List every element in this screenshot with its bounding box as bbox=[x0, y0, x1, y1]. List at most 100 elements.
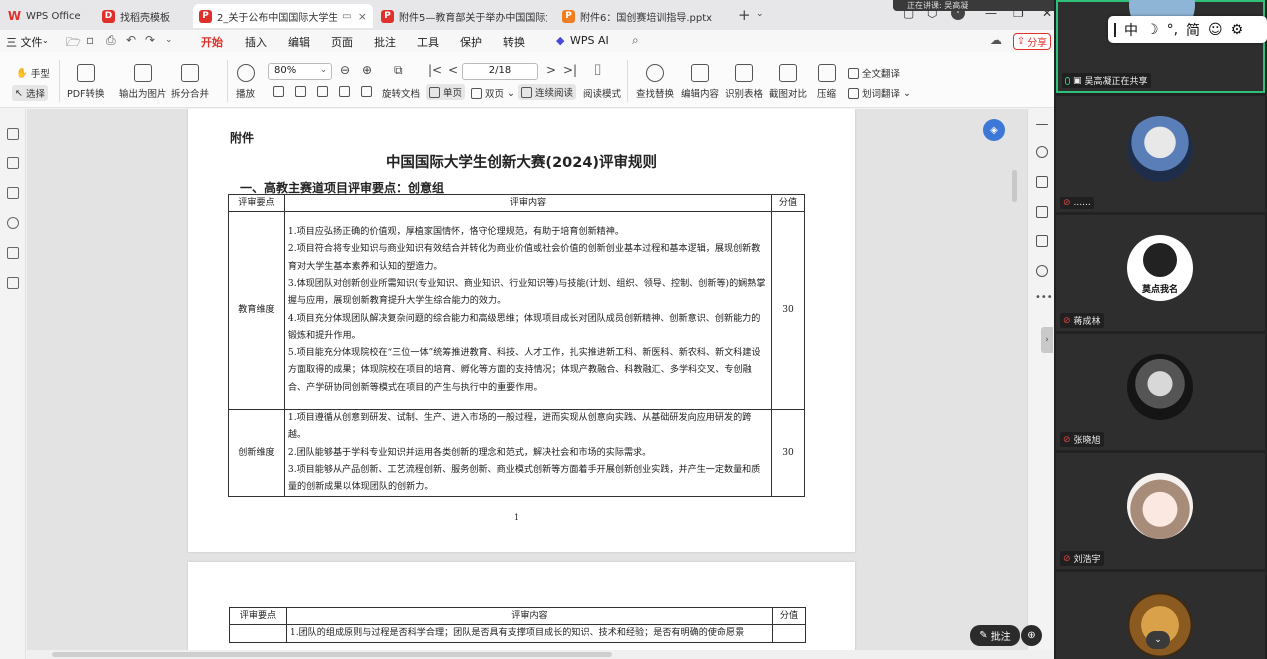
hand-tool-button[interactable]: ✋ 手型 bbox=[16, 66, 50, 81]
fit-height-icon[interactable] bbox=[295, 86, 306, 97]
tab-pdf-annex5[interactable]: P 附件5—教育部关于举办中国国际大学 bbox=[375, 4, 553, 28]
thumbnail-icon[interactable] bbox=[7, 157, 19, 169]
word-translate-button[interactable]: 划词翻译 ⌄ bbox=[848, 86, 911, 100]
print-icon[interactable]: ⎙ bbox=[106, 33, 116, 48]
tab-pptx-annex6[interactable]: P 附件6：国创赛培训指导.pptx bbox=[556, 4, 732, 28]
ime-handle[interactable] bbox=[1114, 22, 1116, 37]
fit-page-icon[interactable]: ⧉ bbox=[394, 63, 403, 78]
punctuation-toggle[interactable]: °, bbox=[1167, 22, 1178, 38]
chevron-down-icon[interactable]: ⌄ bbox=[756, 9, 764, 19]
new-tab-icon[interactable]: + bbox=[738, 6, 751, 24]
screenshot-compare-button[interactable]: 截图对比 bbox=[769, 64, 807, 100]
participant-tile[interactable]: ⊘ 刘浩宇 bbox=[1056, 453, 1265, 569]
continuous-read-button[interactable]: 连续阅读 bbox=[518, 84, 577, 100]
signature-icon[interactable] bbox=[7, 247, 19, 259]
page-number-input[interactable]: 2/18 bbox=[462, 63, 538, 80]
tab-pdf-announcement[interactable]: P 2_关于公布中国国际大学生创 ▭ × bbox=[193, 4, 373, 28]
menu-convert[interactable]: 转换 bbox=[503, 34, 525, 50]
tab-docer-templates[interactable]: D 找稻壳模板 bbox=[96, 4, 188, 28]
undo-icon[interactable]: ↶ bbox=[126, 33, 136, 47]
menu-protect[interactable]: 保护 bbox=[460, 34, 482, 50]
cloud-icon[interactable]: ☁ bbox=[990, 33, 1002, 47]
ime-toolbar: 中 ☽ °, 简 ☺ ⚙ bbox=[1108, 16, 1267, 43]
pdf-convert-button[interactable]: PDF转换 bbox=[67, 64, 105, 100]
rotate-document-button[interactable]: 旋转文档 bbox=[382, 86, 420, 100]
criterion-content: 1.团队的组成原则与过程是否科学合理；团队是否具有支撑项目成长的知识、技术和经验… bbox=[285, 623, 774, 644]
next-page-icon[interactable]: > bbox=[546, 63, 556, 77]
select-tool-button[interactable]: ↖ 选择 bbox=[12, 85, 48, 101]
double-page-button[interactable]: 双页 ⌄ bbox=[471, 86, 515, 100]
ai-assistant-icon[interactable]: ◈ bbox=[983, 119, 1005, 141]
document-viewport[interactable]: 附件 中国国际大学生创新大赛(2024)评审规则 一、高教主赛道项目评审要点：创… bbox=[27, 109, 1027, 650]
prev-page-icon[interactable]: < bbox=[448, 63, 458, 77]
horizontal-scrollbar[interactable] bbox=[27, 650, 1054, 659]
save-icon[interactable]: ▫ bbox=[86, 33, 94, 47]
zoom-icon[interactable]: ⊕ bbox=[1021, 625, 1042, 646]
export-image-button[interactable]: 输出为图片 bbox=[119, 64, 167, 100]
participant-name: ⊘ 张晓旭 bbox=[1060, 432, 1104, 447]
actual-size-icon[interactable] bbox=[317, 86, 328, 97]
menu-comment[interactable]: 批注 bbox=[374, 34, 396, 50]
gear-icon[interactable]: ⚙ bbox=[1231, 22, 1244, 38]
recognize-table-button[interactable]: 识别表格 bbox=[725, 64, 763, 100]
attachment-icon[interactable] bbox=[7, 217, 19, 229]
menu-insert[interactable]: 插入 bbox=[245, 34, 267, 50]
more-icon[interactable]: ••• bbox=[1035, 292, 1053, 303]
comment-icon[interactable] bbox=[7, 187, 19, 199]
participant-tile[interactable]: 莫点我名 ⊘ 蒋成林 bbox=[1056, 215, 1265, 331]
menu-wps-ai[interactable]: WPS AI bbox=[570, 34, 609, 47]
edit-content-button[interactable]: 编辑内容 bbox=[681, 64, 719, 100]
minus-icon[interactable] bbox=[1036, 124, 1048, 125]
split-merge-button[interactable]: 拆分合并 bbox=[171, 64, 209, 100]
simplified-toggle[interactable]: 简 bbox=[1186, 20, 1200, 40]
share-button[interactable]: ⇪ 分享 bbox=[1013, 33, 1051, 50]
full-translate-button[interactable]: 全文翻译 bbox=[848, 66, 900, 80]
sync-icon[interactable] bbox=[1036, 176, 1048, 188]
help-icon[interactable] bbox=[1036, 265, 1048, 277]
adjust-icon[interactable] bbox=[1036, 206, 1048, 218]
last-page-icon[interactable]: >| bbox=[563, 63, 577, 77]
moon-icon[interactable]: ☽ bbox=[1146, 22, 1159, 38]
participant-name: ▣ 吴高凝正在共享 bbox=[1062, 73, 1151, 88]
emoji-icon[interactable]: ☺ bbox=[1208, 22, 1223, 38]
rotate-icon[interactable] bbox=[361, 86, 372, 97]
read-mode-button[interactable]: 阅读模式 bbox=[583, 86, 621, 100]
menu-edit[interactable]: 编辑 bbox=[288, 34, 310, 50]
zoom-in-icon[interactable]: ⊕ bbox=[362, 63, 372, 77]
menu-home[interactable]: 开始 bbox=[201, 34, 223, 54]
play-button[interactable]: 播放 bbox=[236, 64, 255, 100]
translate-icon bbox=[848, 87, 859, 99]
ime-mode-toggle[interactable]: 中 bbox=[1124, 20, 1138, 40]
first-page-icon[interactable]: |< bbox=[428, 63, 442, 77]
menu-tools[interactable]: 工具 bbox=[417, 34, 439, 50]
fit-width-icon[interactable] bbox=[273, 86, 284, 97]
zoom-select[interactable]: 80% ⌄ bbox=[268, 63, 332, 80]
menu-page[interactable]: 页面 bbox=[331, 34, 353, 50]
single-page-button[interactable]: 单页 bbox=[426, 84, 466, 100]
participant-tile[interactable]: ⊘ ...... bbox=[1056, 96, 1265, 212]
chevron-down-icon[interactable]: ⌄ bbox=[1146, 631, 1170, 649]
crop-icon[interactable] bbox=[339, 86, 350, 97]
search-icon[interactable] bbox=[1036, 146, 1048, 158]
scroll-thumb[interactable] bbox=[52, 652, 612, 657]
vertical-scrollbar[interactable] bbox=[1012, 170, 1017, 202]
chevron-down-icon[interactable]: ⌄ bbox=[165, 35, 173, 45]
participant-tile[interactable]: ▣ 吴高凝正在共享 bbox=[1056, 0, 1265, 93]
menu-file[interactable]: 三 文件 bbox=[6, 34, 43, 50]
chevron-down-icon[interactable]: ⌄ bbox=[42, 36, 49, 45]
zoom-out-icon[interactable]: ⊖ bbox=[340, 63, 350, 77]
participant-tile[interactable]: ⊘ 张晓旭 bbox=[1056, 334, 1265, 450]
layers-icon[interactable] bbox=[7, 277, 19, 289]
book-icon[interactable]: ⌷ bbox=[593, 61, 602, 79]
open-folder-icon[interactable]: 🗁 bbox=[66, 33, 81, 54]
reader-icon[interactable] bbox=[1036, 235, 1048, 247]
comment-button[interactable]: ✎ 批注 bbox=[970, 625, 1020, 646]
find-replace-button[interactable]: 查找替换 bbox=[636, 64, 674, 100]
redo-icon[interactable]: ↷ bbox=[145, 33, 155, 47]
search-icon[interactable]: ⌕ bbox=[632, 33, 639, 48]
bookmark-icon[interactable] bbox=[7, 128, 19, 140]
collapse-panel-icon[interactable]: › bbox=[1041, 327, 1053, 353]
close-icon[interactable]: × bbox=[358, 10, 367, 23]
tab-wps-office[interactable]: W WPS Office bbox=[2, 4, 88, 28]
compress-button[interactable]: 压缩 bbox=[817, 64, 836, 100]
